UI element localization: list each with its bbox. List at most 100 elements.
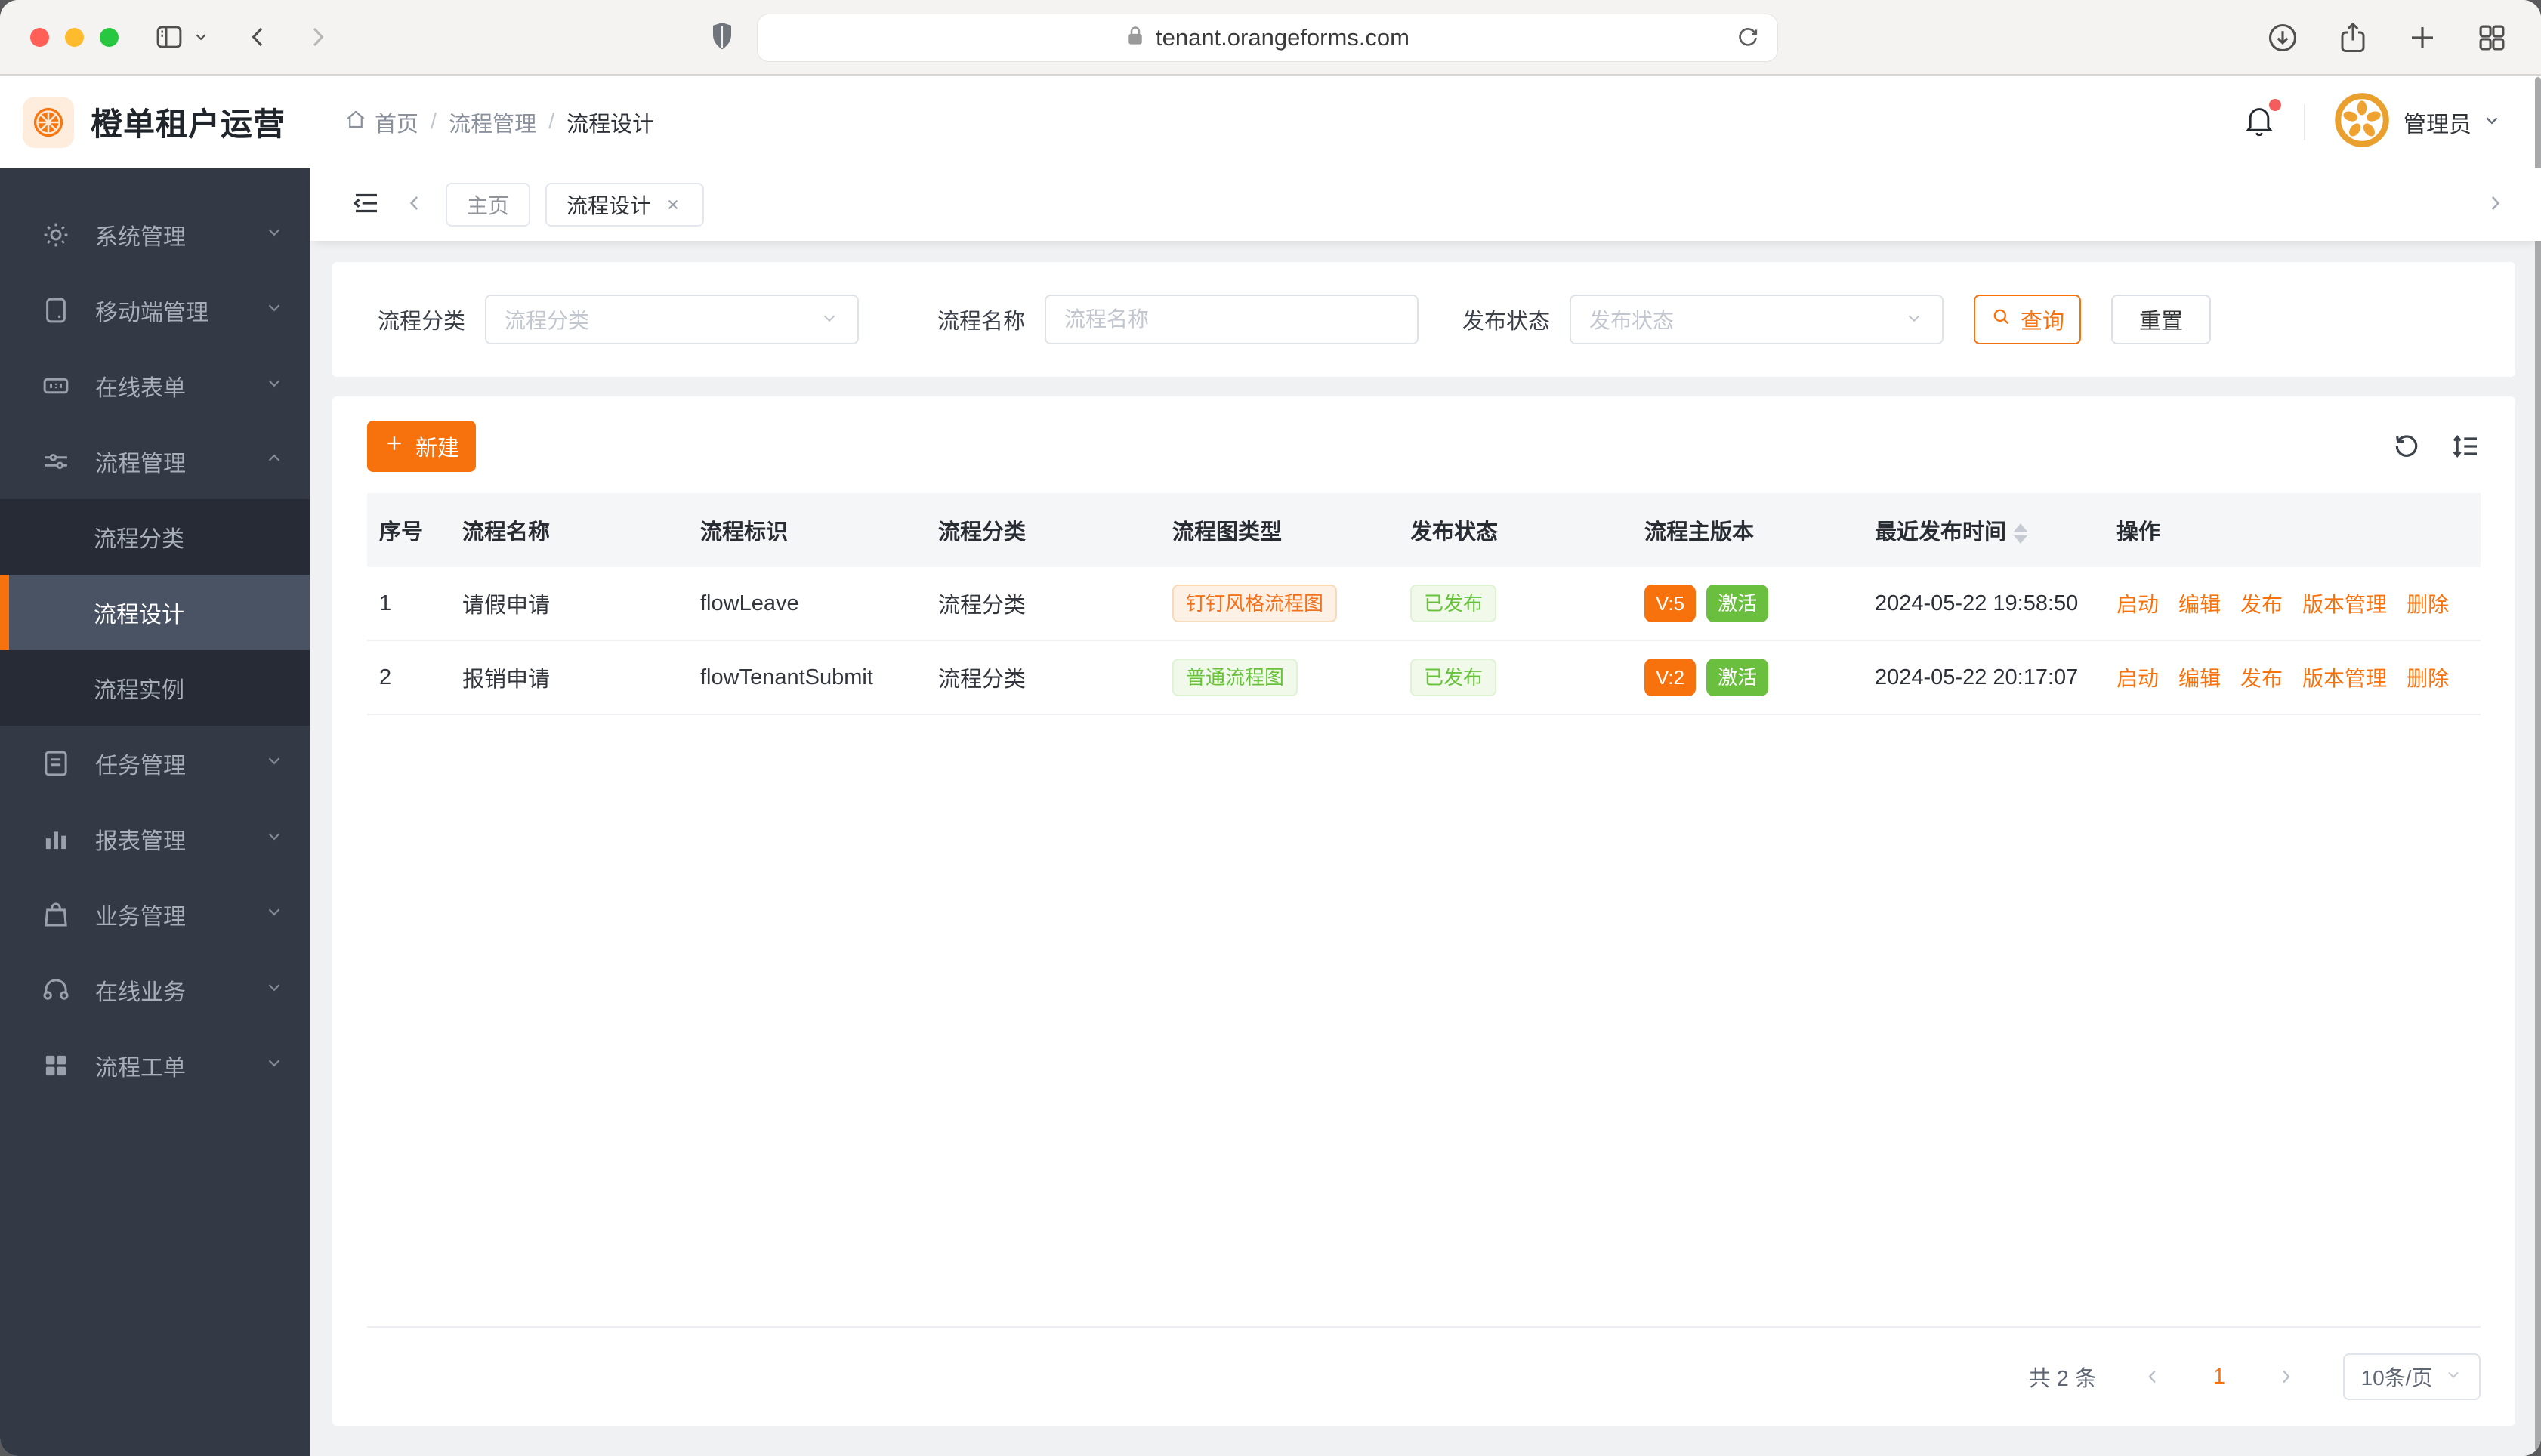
breadcrumb-separator: / — [431, 110, 437, 134]
chevron-down-icon — [264, 826, 284, 852]
row-density-icon[interactable] — [2450, 431, 2481, 461]
page-number[interactable]: 1 — [2213, 1365, 2225, 1390]
action-version-manage[interactable]: 版本管理 — [2302, 662, 2387, 693]
flow-name-input[interactable] — [1045, 295, 1419, 344]
row-actions: 启动 编辑 发布 版本管理 删除 — [2104, 662, 2481, 693]
back-button[interactable] — [244, 23, 273, 51]
sidebar-item-flow-category[interactable]: 流程分类 — [0, 499, 310, 575]
action-delete[interactable]: 删除 — [2407, 662, 2449, 693]
sidebar-item-online-form[interactable]: 在线表单 — [0, 348, 310, 424]
sidebar-item-online-business[interactable]: 在线业务 — [0, 952, 310, 1028]
tab-flow-design[interactable]: 流程设计 — [545, 183, 705, 227]
category-select[interactable]: 流程分类 — [485, 295, 860, 344]
gear-icon — [39, 218, 73, 251]
chevron-down-icon — [264, 751, 284, 776]
share-icon[interactable] — [2337, 20, 2369, 55]
tabs-scroll-left-icon[interactable] — [403, 192, 426, 218]
sidebar-item-label: 在线业务 — [95, 980, 186, 1005]
collapse-menu-icon[interactable] — [350, 187, 382, 223]
tab-overview-icon[interactable] — [2476, 22, 2508, 54]
filter-category-label: 流程分类 — [378, 310, 466, 334]
table-row: 2 报销申请 flowTenantSubmit 流程分类 普通流程图 已发布 V… — [367, 641, 2481, 715]
notification-bell-icon[interactable] — [2243, 99, 2281, 140]
publish-status-tag: 已发布 — [1410, 584, 1497, 623]
refresh-icon[interactable] — [2391, 431, 2422, 461]
address-bar[interactable]: tenant.orangeforms.com — [757, 14, 1778, 62]
brand: 橙单租户运营 — [0, 96, 310, 148]
reset-button[interactable]: 重置 — [2111, 295, 2212, 344]
sidebar-item-business[interactable]: 业务管理 — [0, 877, 310, 952]
action-edit[interactable]: 编辑 — [2178, 588, 2221, 618]
close-window-button[interactable] — [30, 27, 49, 47]
cell-index: 1 — [379, 591, 392, 615]
home-icon — [344, 108, 367, 137]
search-button-label: 查询 — [2021, 310, 2065, 334]
privacy-shield-icon[interactable] — [709, 20, 736, 57]
pagination-total: 共 2 条 — [2028, 1367, 2097, 1391]
mobile-icon — [39, 294, 73, 327]
filter-status-label: 发布状态 — [1462, 310, 1551, 334]
col-header-label: 最近发布时间 — [1875, 520, 2007, 544]
sidebar-toggle-icon[interactable] — [153, 21, 185, 53]
publish-status-select[interactable]: 发布状态 — [1570, 295, 1944, 344]
action-delete[interactable]: 删除 — [2407, 588, 2449, 618]
headset-icon — [39, 973, 73, 1007]
action-start[interactable]: 启动 — [2116, 588, 2159, 618]
table-row: 1 请假申请 flowLeave 流程分类 钉钉风格流程图 已发布 V:5 激活 … — [367, 567, 2481, 641]
downloads-icon[interactable] — [2266, 21, 2299, 54]
sidebar-item-system[interactable]: 系统管理 — [0, 197, 310, 273]
chevron-down-icon — [264, 298, 284, 323]
tab-strip: 主页 流程设计 — [310, 168, 2541, 241]
close-tab-icon[interactable] — [663, 195, 683, 214]
filter-name-label: 流程名称 — [937, 310, 1026, 334]
sidebar-item-label: 移动端管理 — [95, 301, 208, 325]
scrollbar[interactable] — [2535, 77, 2541, 1451]
reload-icon[interactable] — [1735, 25, 1761, 54]
breadcrumb-home[interactable]: 首页 — [344, 106, 418, 138]
sidebar-item-work-orders[interactable]: 流程工单 — [0, 1028, 310, 1103]
next-page-icon[interactable] — [2268, 1366, 2304, 1387]
sort-caret-icon[interactable] — [2014, 523, 2028, 544]
tabs-scroll-right-icon[interactable] — [2484, 192, 2506, 218]
sidebar-item-mobile[interactable]: 移动端管理 — [0, 273, 310, 348]
page-size-select[interactable]: 10条/页 — [2343, 1353, 2481, 1400]
cell-name: 请假申请 — [462, 594, 551, 618]
tab-home[interactable]: 主页 — [446, 183, 531, 227]
action-publish[interactable]: 发布 — [2240, 662, 2283, 693]
app-logo-icon — [23, 96, 74, 148]
cell-category: 流程分类 — [938, 668, 1027, 692]
col-header-actions: 操作 — [2116, 520, 2161, 544]
zoom-window-button[interactable] — [100, 27, 119, 47]
sidebar-subitem-label: 流程设计 — [94, 603, 184, 628]
prev-page-icon[interactable] — [2135, 1366, 2171, 1387]
col-header-published-at[interactable]: 最近发布时间 — [1863, 514, 2104, 546]
create-button[interactable]: 新建 — [367, 421, 476, 472]
chevron-down-icon — [1904, 308, 1924, 332]
sidebar-item-workflow[interactable]: 流程管理 — [0, 424, 310, 499]
minimize-window-button[interactable] — [65, 27, 84, 47]
action-edit[interactable]: 编辑 — [2178, 662, 2221, 693]
sidebar-item-flow-design[interactable]: 流程设计 — [0, 575, 310, 650]
chevron-down-icon — [264, 902, 284, 927]
forward-button[interactable] — [303, 23, 332, 51]
user-menu[interactable]: 管理员 — [2334, 92, 2502, 152]
breadcrumb: 首页 / 流程管理 / 流程设计 — [344, 106, 654, 138]
col-header-key: 流程标识 — [700, 520, 789, 544]
search-button[interactable]: 查询 — [1974, 295, 2082, 344]
breadcrumb-item[interactable]: 流程管理 — [449, 106, 536, 138]
sidebar-chevron-icon[interactable] — [193, 29, 209, 45]
action-publish[interactable]: 发布 — [2240, 588, 2283, 618]
sidebar-item-reports[interactable]: 报表管理 — [0, 801, 310, 877]
body: 系统管理 移动端管理 在线表单 流程管理 流程分类 流程设计 流程实例 任务管理… — [0, 168, 2541, 1456]
sidebar-item-flow-instance[interactable]: 流程实例 — [0, 650, 310, 726]
action-start[interactable]: 启动 — [2116, 662, 2159, 693]
version-tag: V:2 — [1644, 658, 1697, 697]
sidebar-item-tasks[interactable]: 任务管理 — [0, 726, 310, 801]
col-header-category: 流程分类 — [938, 520, 1027, 544]
lock-icon — [1125, 25, 1145, 51]
url-text: tenant.orangeforms.com — [1155, 24, 1409, 51]
action-version-manage[interactable]: 版本管理 — [2302, 588, 2387, 618]
breadcrumb-item[interactable]: 首页 — [375, 106, 418, 138]
new-tab-icon[interactable] — [2407, 22, 2438, 54]
tab-label: 主页 — [467, 194, 510, 217]
